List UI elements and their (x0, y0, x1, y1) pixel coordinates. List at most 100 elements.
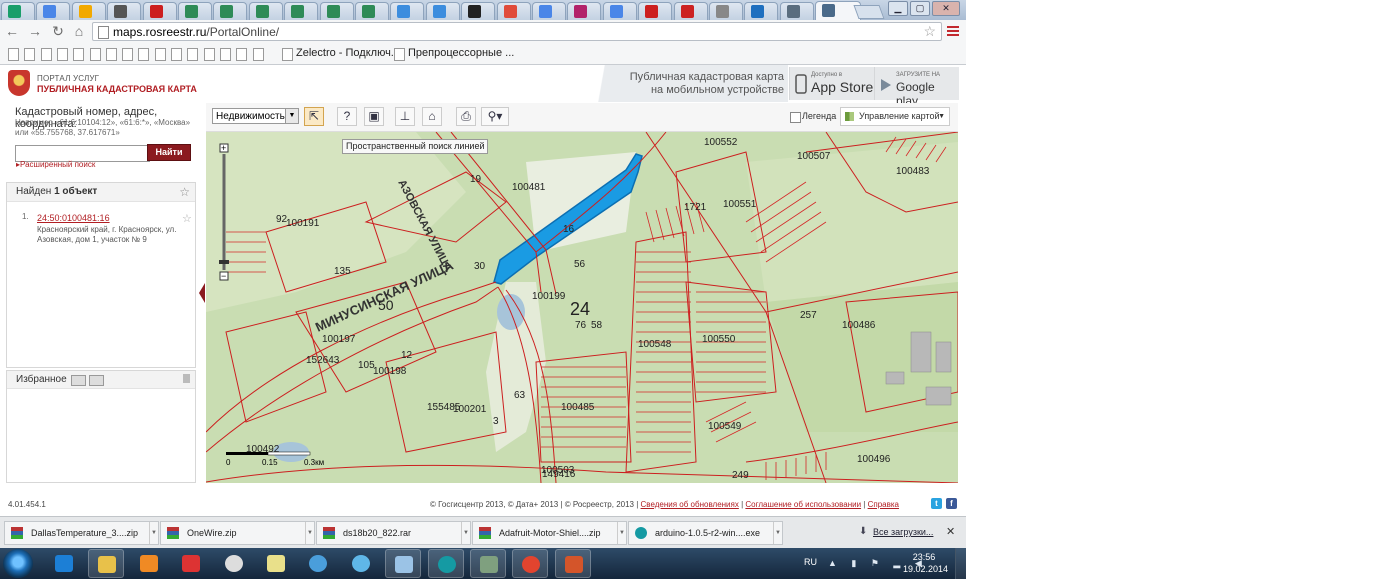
browser-tab[interactable] (142, 2, 177, 20)
find-button[interactable]: Найти (147, 144, 191, 161)
terms-link[interactable]: Соглашение об использовании (745, 500, 861, 509)
browser-tab[interactable] (355, 2, 389, 20)
download-item[interactable]: Adafruit-Motor-Shiel....zip ▼ (472, 521, 627, 545)
all-downloads-link[interactable]: Все загрузки... (873, 527, 933, 537)
terminal-taskbar-icon[interactable] (470, 549, 506, 578)
pen-taskbar-icon[interactable] (258, 549, 294, 578)
browser-tab[interactable] (567, 2, 602, 20)
new-tab-button[interactable] (853, 5, 885, 19)
browser-tab[interactable] (532, 2, 566, 20)
address-bar[interactable]: maps.rosreestr.ru/PortalOnline/ ☆ (92, 22, 942, 41)
browser-tab[interactable] (638, 2, 673, 20)
facebook-icon[interactable]: f (946, 498, 957, 509)
bookmark-page-icon[interactable] (203, 48, 215, 61)
layer-select[interactable]: Недвижимость ▼ (212, 108, 299, 124)
globe-taskbar-icon[interactable] (300, 549, 336, 578)
bookmark-page-icon[interactable] (89, 48, 101, 61)
result-star-icon[interactable]: ☆ (182, 212, 192, 225)
reload-icon[interactable]: ↻ (50, 23, 66, 39)
browser-tab[interactable] (213, 2, 248, 20)
google-play-badge[interactable]: ЗАГРУЗИТЕ НА Google play (874, 67, 959, 108)
explorer-taskbar-icon[interactable] (88, 549, 125, 578)
browser-tab[interactable] (779, 2, 814, 20)
bookmark-page-icon[interactable] (394, 48, 405, 61)
bookmark-page-icon[interactable] (252, 48, 264, 61)
area-info-icon[interactable]: ▣ (364, 107, 384, 126)
browser-tab[interactable] (248, 2, 283, 20)
cadastral-map[interactable]: + − МИНУСИНСКАЯ УЛИЦА АЗОВСКАЯ УЛИЦА 100… (206, 132, 958, 483)
map-canvas[interactable]: + − МИНУСИНСКАЯ УЛИЦА АЗОВСКАЯ УЛИЦА 100… (206, 132, 958, 483)
updates-link[interactable]: Сведения об обновлениях (641, 500, 739, 509)
browser-tab[interactable] (1, 2, 35, 20)
bookmark-page-icon[interactable] (105, 48, 117, 61)
result-cadastral-link[interactable]: 24:50:0100481:16 (37, 213, 110, 223)
back-icon[interactable]: ← (4, 23, 20, 39)
browser-tab[interactable] (461, 2, 496, 20)
close-icon[interactable]: ✕ (946, 525, 955, 538)
print-icon[interactable]: ⎙ (456, 107, 476, 126)
portal-title[interactable]: ПУБЛИЧНАЯ КАДАСТРОВАЯ КАРТА (37, 84, 197, 94)
bookmark-page-icon[interactable] (73, 48, 85, 61)
browser-tab[interactable] (36, 2, 71, 20)
browser-tab[interactable] (602, 2, 637, 20)
bookmark-page-icon[interactable] (138, 48, 150, 61)
home-icon[interactable]: ⌂ (71, 23, 87, 39)
building-icon[interactable]: ⌂ (422, 107, 442, 126)
bookmark-page-icon[interactable] (122, 48, 134, 61)
bookmark-page-icon[interactable] (8, 48, 19, 61)
bookmark-page-icon[interactable] (236, 48, 248, 61)
browser-tab[interactable] (815, 1, 862, 20)
browser-tab[interactable] (496, 2, 531, 20)
map-management-button[interactable]: Управление картой ▼ (840, 107, 950, 126)
browser-tab[interactable] (178, 2, 212, 20)
bookmark-page-icon[interactable] (187, 48, 199, 61)
browser-tab[interactable] (425, 2, 460, 20)
arduino-taskbar-icon[interactable] (427, 549, 464, 578)
export-icon[interactable] (71, 375, 86, 386)
ring-taskbar-icon[interactable] (343, 549, 379, 578)
download-item[interactable]: ds18b20_822.rar ▼ (316, 521, 471, 545)
star-icon[interactable]: ☆ (179, 183, 190, 201)
bookmark-page-icon[interactable] (282, 48, 293, 61)
browser-tab[interactable] (284, 2, 319, 20)
measure-icon[interactable]: ⊥ (395, 107, 415, 126)
trash-icon[interactable] (183, 374, 190, 383)
chrome-menu-icon[interactable] (947, 24, 959, 38)
maximize-icon[interactable]: ▢ (910, 1, 930, 16)
coat-of-arms-logo[interactable] (8, 70, 30, 96)
collapse-panel-arrow[interactable] (199, 283, 205, 303)
bookmark-page-icon[interactable] (56, 48, 68, 61)
start-button[interactable] (3, 549, 33, 578)
download-item[interactable]: arduino-1.0.5-r2-win....exe ▼ (628, 521, 783, 545)
bookmark-zelectro[interactable]: Zelectro - Подключ... (296, 47, 400, 59)
browser-tab[interactable] (319, 2, 354, 20)
legend-checkbox[interactable] (790, 112, 801, 123)
browser-tab[interactable] (673, 2, 708, 20)
bookmark-page-icon[interactable] (171, 48, 182, 61)
clock-taskbar-icon[interactable] (216, 549, 252, 578)
bookmark-star-icon[interactable]: ☆ (923, 23, 936, 40)
browser-tab[interactable] (107, 2, 142, 20)
media-taskbar-icon[interactable] (131, 549, 167, 578)
show-desktop-button[interactable] (955, 548, 966, 579)
advanced-search-link[interactable]: Расширенный поиск (16, 160, 95, 169)
chrome-taskbar-icon[interactable] (512, 549, 549, 578)
bookmark-page-icon[interactable] (219, 48, 231, 61)
language-indicator[interactable]: RU (804, 557, 817, 567)
bookmark-page-icon[interactable] (154, 48, 166, 61)
window-taskbar-icon[interactable] (385, 549, 422, 578)
select-tool-icon[interactable]: ⇱ (304, 107, 324, 126)
identify-tool-icon[interactable]: ? (337, 107, 357, 126)
import-icon[interactable] (89, 375, 104, 386)
clock[interactable]: 23:56 19.02.2014 (903, 551, 948, 575)
legend-label[interactable]: Легенда (802, 111, 836, 121)
ie-taskbar-icon[interactable] (46, 549, 82, 578)
bookmark-preprocessor[interactable]: Препроцессорные ... (408, 47, 514, 59)
browser-tab[interactable] (709, 2, 743, 20)
bookmark-page-icon[interactable] (40, 48, 52, 61)
folder-taskbar-icon[interactable] (554, 549, 591, 578)
download-item[interactable]: OneWire.zip ▼ (160, 521, 315, 545)
help-link[interactable]: Справка (868, 500, 899, 509)
app-store-badge[interactable]: Доступно в App Store (789, 67, 874, 100)
close-icon[interactable]: ✕ (932, 1, 960, 16)
